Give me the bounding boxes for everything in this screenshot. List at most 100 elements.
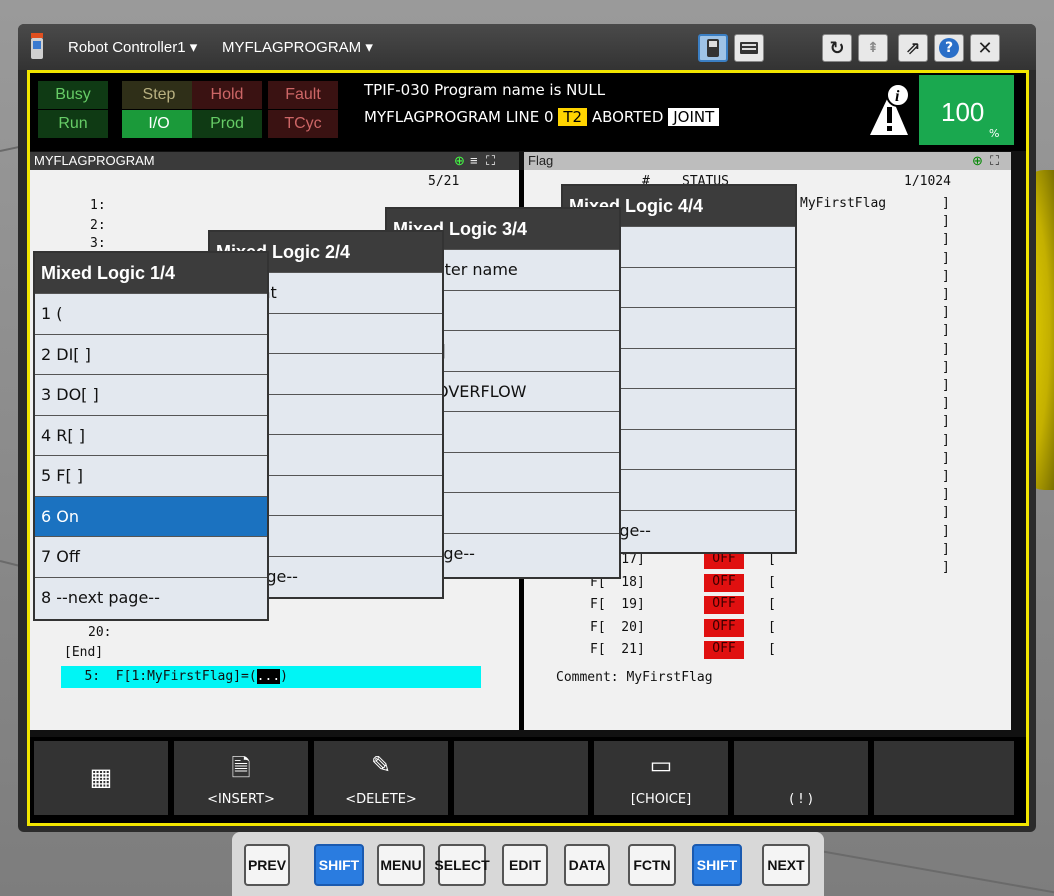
popout-button[interactable]: ⇗ bbox=[898, 34, 928, 62]
flag-bracket: ] bbox=[942, 268, 950, 284]
softkey-empty-7[interactable] bbox=[874, 741, 1014, 815]
menu-item[interactable]: 5 F[ ] bbox=[35, 455, 267, 496]
key-edit[interactable]: EDIT bbox=[502, 844, 548, 886]
flag-label: F[ 21] bbox=[590, 642, 645, 657]
flag-comment-open: [ bbox=[768, 574, 776, 590]
flag-comment-open: [ bbox=[768, 597, 776, 612]
flag-comment-open: [ bbox=[768, 619, 776, 635]
key-data[interactable]: DATA bbox=[564, 844, 610, 886]
indicator-fault: Fault bbox=[268, 81, 338, 109]
flag-status-off[interactable]: OFF bbox=[704, 596, 744, 614]
controller-selector[interactable]: Robot Controller1 ▾ bbox=[68, 38, 197, 56]
key-menu[interactable]: MENU bbox=[377, 844, 425, 886]
zoom-icon[interactable]: ⊕ bbox=[972, 152, 983, 170]
flag-label: F[ 20] bbox=[590, 619, 645, 635]
flag-status-off[interactable]: OFF bbox=[704, 573, 744, 592]
jog-button[interactable]: ⇞ bbox=[858, 34, 888, 62]
menu-title: Mixed Logic 1/4 bbox=[35, 253, 267, 293]
key-fctn[interactable]: FCTN bbox=[628, 844, 676, 886]
state-label: ABORTED bbox=[591, 108, 664, 126]
popout-icon: ⇗ bbox=[905, 37, 921, 59]
flag-bracket: ] bbox=[942, 432, 950, 448]
flag-bracket: ] bbox=[942, 196, 950, 211]
program-selector[interactable]: MYFLAGPROGRAM ▾ bbox=[222, 38, 373, 56]
status-area: Busy Step Hold Fault Run I/O Prod TCyc TPIF-030… bbox=[30, 73, 1026, 151]
flag-comment-open: [ bbox=[768, 552, 776, 567]
close-icon: ✕ bbox=[977, 37, 993, 59]
flag-bracket: ] bbox=[942, 305, 950, 321]
indicator-hold: Hold bbox=[192, 81, 262, 109]
key-next[interactable]: NEXT bbox=[762, 844, 810, 886]
close-button[interactable]: ✕ bbox=[970, 34, 1000, 62]
keyboard-icon bbox=[740, 42, 758, 54]
insert-icon: 🗎 bbox=[231, 754, 251, 782]
softkey-choice[interactable]: ▭ [CHOICE] bbox=[594, 741, 728, 815]
maximize-icon[interactable]: ⛶ bbox=[486, 152, 495, 170]
delete-icon: ✎ bbox=[370, 751, 392, 779]
help-button[interactable]: ? bbox=[934, 34, 964, 62]
flag-bracket: ] bbox=[942, 250, 950, 266]
pendant-icon bbox=[707, 39, 719, 57]
svg-text:i: i bbox=[895, 88, 900, 105]
menu-item[interactable]: 1 ( bbox=[35, 293, 267, 334]
indicator-io: I/O bbox=[122, 110, 196, 138]
menu-item[interactable]: 2 DI[ ] bbox=[35, 333, 267, 375]
flag-bracket: ] bbox=[942, 560, 950, 575]
menu-item[interactable]: 7 Off bbox=[35, 536, 267, 577]
key-shift[interactable]: SHIFT bbox=[314, 844, 364, 886]
indicator-prod: Prod bbox=[192, 110, 262, 138]
maximize-icon[interactable]: ⛶ bbox=[990, 152, 999, 170]
key-shift[interactable]: SHIFT bbox=[692, 844, 742, 886]
flag-bracket: ] bbox=[942, 505, 950, 521]
flag-status-off[interactable]: OFF bbox=[704, 618, 744, 637]
softkey-insert[interactable]: 🗎 <INSERT> bbox=[174, 741, 308, 815]
flag-status-off[interactable]: OFF bbox=[704, 641, 744, 659]
menu-item[interactable]: 8 --next page-- bbox=[35, 576, 267, 618]
zoom-icon[interactable]: ⊕ bbox=[454, 152, 465, 170]
program-status-line: MYFLAGPROGRAM LINE 0 T2 ABORTED JOINT bbox=[364, 108, 720, 126]
flag-bracket: ] bbox=[942, 396, 950, 412]
warning-info-icon: i bbox=[870, 83, 910, 135]
keyboard-button[interactable] bbox=[734, 34, 764, 62]
menu-icon[interactable]: ≡ bbox=[470, 152, 478, 170]
grid-icon: ▦ bbox=[89, 763, 113, 791]
flag-bracket: ] bbox=[942, 414, 950, 430]
softkey-bang[interactable]: ( ! ) bbox=[734, 741, 868, 815]
flag-bracket: ] bbox=[942, 359, 950, 375]
pendant-screen: Busy Step Hold Fault Run I/O Prod TCyc TPIF-030… bbox=[27, 70, 1029, 826]
flag-bracket: ] bbox=[942, 487, 950, 503]
indicator-step: Step bbox=[122, 81, 196, 109]
softkey-delete[interactable]: ✎ <DELETE> bbox=[314, 741, 448, 815]
mode-badge: T2 bbox=[558, 108, 588, 126]
indicator-busy: Busy bbox=[38, 81, 108, 109]
refresh-button[interactable]: ↻ bbox=[822, 34, 852, 62]
indicator-run: Run bbox=[38, 110, 108, 138]
hardware-keypad: PREV SHIFT MENU SELECT EDIT DATA FCTN SHIFT NEXT bbox=[232, 832, 824, 896]
flag-comment-open: [ bbox=[768, 642, 776, 657]
left-pane-header: MYFLAGPROGRAM ⊕ ≡ ⛶ bbox=[30, 152, 519, 170]
coord-badge: JOINT bbox=[668, 108, 720, 126]
softkey-menu-grid[interactable]: ▦ bbox=[34, 741, 168, 815]
chevron-down-icon: ▾ bbox=[189, 39, 198, 56]
override-display[interactable]: 100 % bbox=[919, 75, 1014, 145]
flag-bracket: ] bbox=[942, 214, 950, 230]
key-prev[interactable]: PREV bbox=[244, 844, 290, 886]
flag-bracket: ] bbox=[942, 450, 950, 466]
softkey-empty-4[interactable] bbox=[454, 741, 588, 815]
flag-bracket: ] bbox=[942, 341, 950, 357]
key-select[interactable]: SELECT bbox=[434, 844, 490, 886]
help-icon: ? bbox=[939, 38, 959, 58]
right-pane-header: Flag ⊕ ⛶ bbox=[524, 152, 1011, 170]
jog-icon: ⇞ bbox=[867, 40, 879, 56]
menu-item[interactable]: 6 On bbox=[35, 495, 267, 536]
flag-bracket: ] bbox=[942, 469, 950, 484]
menu-item[interactable]: 4 R[ ] bbox=[35, 414, 267, 456]
menu-item[interactable]: 3 DO[ ] bbox=[35, 374, 267, 415]
flag-bracket: ] bbox=[942, 287, 950, 302]
indicator-tcyc: TCyc bbox=[268, 110, 338, 138]
current-line-highlight[interactable]: 5: F[1:MyFirstFlag]=(...) bbox=[61, 666, 481, 688]
edit-cursor[interactable]: ... bbox=[256, 669, 281, 684]
refresh-icon: ↻ bbox=[829, 37, 845, 59]
title-bar: Robot Controller1 ▾ MYFLAGPROGRAM ▾ ↻ ⇞ … bbox=[18, 24, 1036, 70]
pendant-view-button[interactable] bbox=[698, 34, 728, 62]
